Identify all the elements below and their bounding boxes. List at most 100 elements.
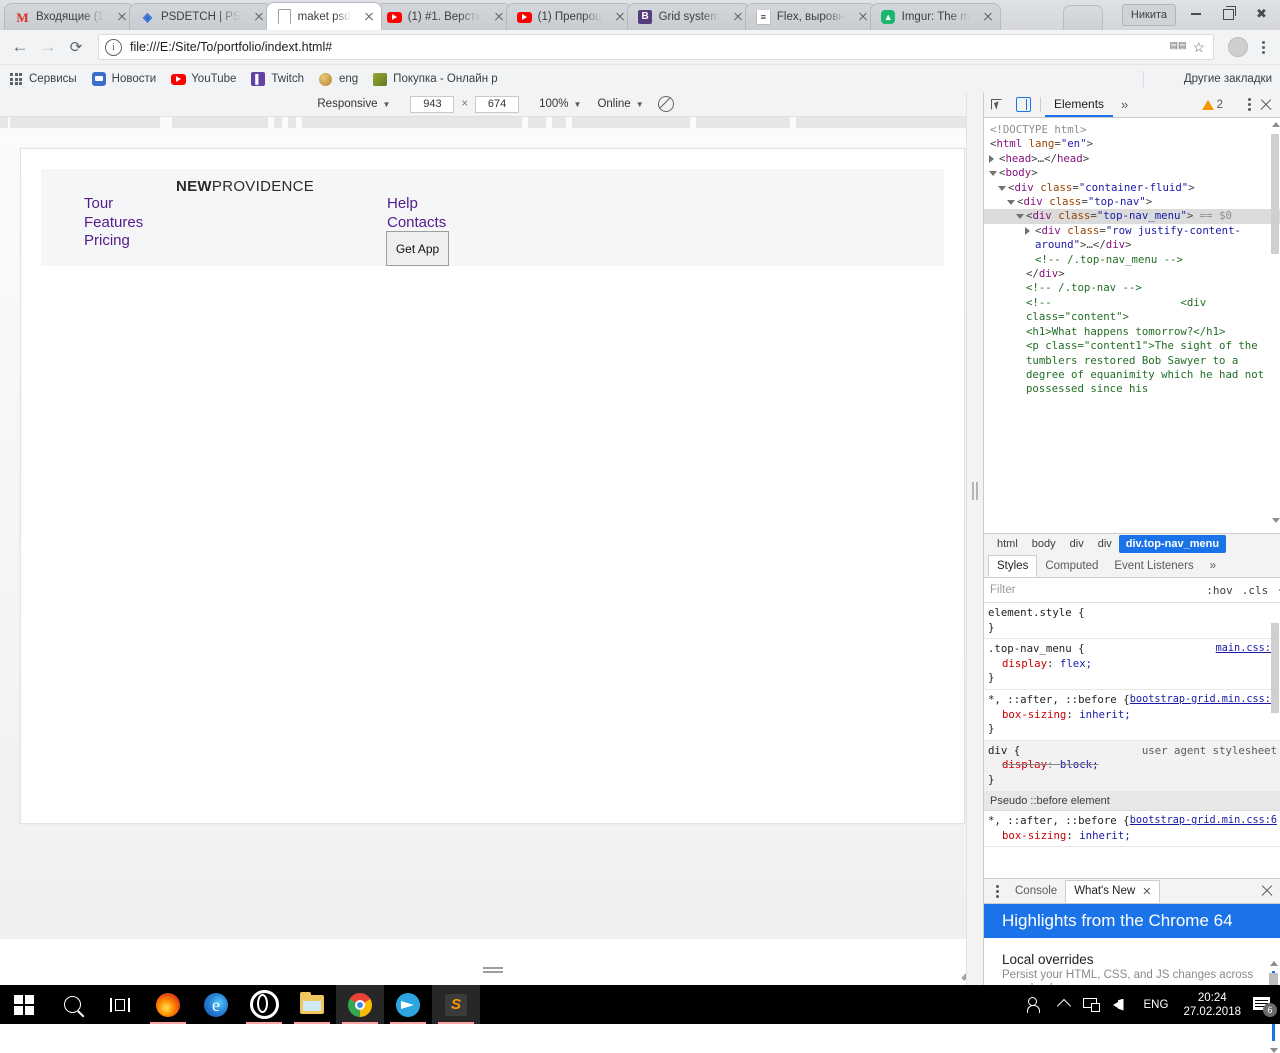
page-info-icon[interactable]: i [105,39,122,56]
nav-link-features[interactable]: Features [84,214,143,233]
css-declaration[interactable]: display: block; [988,758,1275,773]
css-property-value[interactable]: inherit; [1079,829,1130,842]
devtools-splitter[interactable] [966,92,984,985]
browser-tab[interactable]: ≡Flex, выровн [745,3,876,30]
tab-close-icon[interactable] [361,9,377,25]
avatar[interactable] [1228,37,1248,57]
drawer-tab[interactable]: Console [1007,880,1065,902]
reload-icon[interactable]: ⟳ [62,33,90,61]
action-center-icon[interactable]: 6 [1253,997,1272,1012]
scroll-thumb[interactable] [1271,623,1279,713]
dom-tree-scrollbar[interactable] [1271,120,1280,525]
scroll-up-icon[interactable] [1270,961,1278,966]
css-property-value[interactable]: inherit; [1079,708,1130,721]
tab-elements[interactable]: Elements [1045,93,1113,117]
close-icon[interactable]: ✖ [1245,2,1278,26]
breadcrumb-item[interactable]: div [1091,535,1119,553]
breadcrumb-item[interactable]: html [990,535,1025,553]
tab-close-icon[interactable] [730,9,746,25]
nav-link-help[interactable]: Help [387,195,446,214]
device-selector[interactable]: Responsive ▼ [317,98,390,110]
scroll-down-icon[interactable] [1270,1048,1278,1053]
css-rule-source[interactable]: bootstrap-grid.min.css:6 [1130,693,1277,708]
restore-icon[interactable] [1212,2,1245,26]
drawer-menu-icon[interactable] [988,885,1007,898]
css-declaration[interactable]: display: flex; [988,657,1275,672]
browser-tab[interactable]: ▲Imgur: The m [870,3,1001,30]
drawer-tab[interactable]: What's New✕ [1065,880,1160,903]
styles-rules-list[interactable]: element.style {}main.css:5.top-nav_menu … [984,603,1280,877]
telegram-icon[interactable] [384,985,432,1024]
dom-node-line[interactable]: <div class="container-fluid"> [984,181,1280,195]
browser-tab[interactable]: BGrid system [627,3,751,30]
profile-chip[interactable]: Никита [1122,4,1176,26]
throttling-selector[interactable]: Online ▼ [597,98,643,110]
bookmark-item[interactable]: Сервисы [8,71,77,87]
browser-tab[interactable]: ◈PSDETCH | PS [129,3,272,30]
expand-triangle-icon[interactable] [1025,227,1030,235]
volume-icon[interactable] [1106,985,1137,1024]
show-hidden-icons-icon[interactable] [1052,985,1076,1024]
language-indicator[interactable]: ENG [1137,985,1176,1024]
device-ruler[interactable] [0,117,983,129]
dom-node-line[interactable]: </div> [984,267,1280,281]
people-icon[interactable] [1021,985,1052,1024]
bookmark-item[interactable]: ▌Twitch [250,71,304,87]
bookmark-item[interactable]: Новости [91,71,157,87]
bookmark-item[interactable]: Покупка - Онлайн р [372,71,497,87]
minimize-icon[interactable] [1179,2,1212,26]
firefox-icon[interactable] [144,985,192,1024]
browser-tab[interactable]: (1) Препроц [506,3,633,30]
css-property-value[interactable]: block; [1060,758,1099,771]
tab-close-icon[interactable] [855,9,871,25]
dom-node-line[interactable]: …<div class="top-nav_menu"> == $0 [984,209,1280,223]
other-bookmarks-button[interactable]: Другие закладки [1184,73,1272,85]
browser-tab[interactable]: MВходящие (1 [4,3,135,30]
dom-node-line[interactable]: <!-- /.top-nav --> [984,281,1280,295]
nav-link-pricing[interactable]: Pricing [84,232,143,251]
dom-node-line[interactable]: <!-- <div class="content"> <h1>What happ… [984,296,1280,397]
styles-tab[interactable]: Event Listeners [1106,555,1201,576]
dom-node-line[interactable]: <head>…</head> [984,152,1280,166]
scroll-up-icon[interactable] [1272,122,1280,127]
toggle-device-toolbar-icon[interactable] [1010,93,1036,117]
edge-icon[interactable]: e [192,985,240,1024]
expand-triangle-icon[interactable] [989,171,997,176]
clock[interactable]: 20:24 27.02.2018 [1175,991,1249,1019]
styles-scrollbar[interactable] [1271,605,1280,875]
task-view-icon[interactable] [96,985,144,1024]
browser-tab[interactable]: (1) #1. Верстк [376,3,512,30]
css-rule-source[interactable]: bootstrap-grid.min.css:6 [1130,814,1277,829]
css-declaration[interactable]: box-sizing: inherit; [988,829,1275,844]
inspect-element-icon[interactable] [984,93,1010,117]
chrome-menu-icon[interactable] [1252,35,1274,59]
sublime-text-icon[interactable]: S [432,985,480,1024]
translate-icon[interactable]: ▤▤ [1169,40,1186,55]
expand-triangle-icon[interactable] [1007,200,1015,205]
dom-node-line[interactable]: <body> [984,166,1280,180]
chrome-icon[interactable] [336,985,384,1024]
zoom-selector[interactable]: 100% ▼ [539,98,581,110]
styles-filter-input[interactable]: Filter [990,584,1197,596]
bookmark-item[interactable]: YouTube [170,71,236,87]
drawer-tab-close-icon[interactable]: ✕ [1142,885,1151,898]
tab-close-icon[interactable] [251,9,267,25]
address-bar[interactable]: i file:///E:/Site/To/portfolio/indext.ht… [98,34,1214,60]
styles-tab[interactable]: Computed [1037,555,1106,576]
cls-button[interactable]: .cls [1242,584,1269,597]
no-throttling-icon[interactable] [658,96,674,112]
breadcrumb-item[interactable]: div [1063,535,1091,553]
tab-close-icon[interactable] [114,9,130,25]
dom-node-line[interactable]: <div class="row justify-content-around">… [984,224,1280,253]
viewport-width-input[interactable]: 943 [410,96,454,113]
breadcrumb-item[interactable]: body [1025,535,1063,553]
css-property-value[interactable]: flex; [1060,657,1092,670]
close-devtools-icon[interactable] [1257,96,1275,114]
opera-icon[interactable] [240,985,288,1024]
network-icon[interactable] [1076,985,1106,1024]
windows-start-icon[interactable] [0,985,48,1024]
css-rule[interactable]: bootstrap-grid.min.css:6*, ::after, ::be… [984,811,1280,847]
nav-link-tour[interactable]: Tour [84,195,143,214]
dom-node-line[interactable]: <html lang="en"> [984,137,1280,151]
css-rule[interactable]: user agent stylesheetdiv {display: block… [984,741,1280,792]
